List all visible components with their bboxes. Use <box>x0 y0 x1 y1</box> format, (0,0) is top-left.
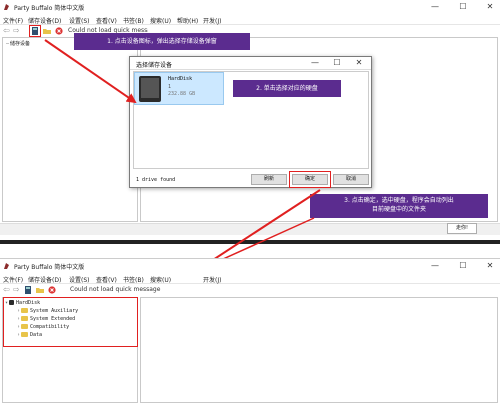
bottom-menu-bar: 文件(F) 储存设备(D) 设置(S) 查看(V) 书签(B) 搜索(U) 开发… <box>0 273 500 284</box>
bottom-window-title: Party Buffalo 简体中文版 <box>14 264 85 271</box>
callout-step3-line1: 3. 点击确定，选中硬盘，程序会自动列出 <box>344 197 454 204</box>
dialog-title: 选择储存设备 <box>136 62 173 69</box>
dialog-title-bar: 选择储存设备 — ☐ ✕ <box>130 57 371 70</box>
forward-icon[interactable]: ⇨ <box>13 27 21 35</box>
callout-step3: 3. 点击确定，选中硬盘，程序会自动列出 目前硬盘中的文件夹 <box>310 194 488 218</box>
device-icon-highlight <box>29 25 41 37</box>
refresh-button[interactable]: 刷新 <box>251 174 287 185</box>
dialog-close-icon[interactable]: ✕ <box>354 58 364 68</box>
device-size: 232.88 GB <box>168 91 196 97</box>
menu-bar: 文件(F) 储存设备(D) 设置(S) 查看(V) 书签(B) 搜索(U) 帮助… <box>0 14 500 25</box>
go-button[interactable]: 走你! <box>447 223 477 234</box>
folder-tree-pane[interactable]: —储存设备 <box>2 37 138 222</box>
device-name: HardDisk <box>168 76 193 82</box>
bottom-quick-message-text: Could not load quick message <box>70 286 161 293</box>
bottom-device-icon[interactable] <box>24 286 32 294</box>
bottom-menu-settings[interactable]: 设置(S) <box>69 275 90 284</box>
bottom-back-icon[interactable]: ⇦ <box>3 286 11 294</box>
bottom-minimize-icon[interactable]: — <box>430 261 440 271</box>
device-item-harddisk[interactable]: HardDisk 1 232.88 GB <box>134 72 224 105</box>
maximize-icon[interactable]: ☐ <box>458 2 468 12</box>
callout-step1: 1. 点击设备图标，弹出选择存储设备弹窗 <box>74 33 250 50</box>
cancel-button[interactable]: 取消 <box>333 174 369 185</box>
menu-file[interactable]: 文件(F) <box>3 16 23 25</box>
close-icon[interactable]: ✕ <box>485 2 495 12</box>
status-bar <box>0 223 500 235</box>
bottom-menu-search[interactable]: 搜索(U) <box>150 275 171 284</box>
drives-found-text: 1 drive found <box>136 177 176 183</box>
expand-icon[interactable]: — <box>6 41 9 47</box>
bottom-forward-icon[interactable]: ⇨ <box>13 286 21 294</box>
title-bar: Party Buffalo 简体中文版 — ☐ ✕ <box>0 0 500 14</box>
bottom-menu-storage-device[interactable]: 储存设备(D) <box>28 275 61 284</box>
bottom-buffalo-app-icon <box>4 263 9 269</box>
window-title: Party Buffalo 简体中文版 <box>14 5 85 12</box>
bottom-menu-file[interactable]: 文件(F) <box>3 275 23 284</box>
bottom-menu-view[interactable]: 查看(V) <box>96 275 117 284</box>
folder-tree-highlight <box>3 297 138 347</box>
bottom-close-icon[interactable]: ✕ <box>485 261 495 271</box>
minimize-icon[interactable]: — <box>430 2 440 12</box>
bottom-title-bar: Party Buffalo 简体中文版 — ☐ ✕ <box>0 259 500 273</box>
device-index: 1 <box>168 84 172 90</box>
buffalo-app-icon <box>4 4 9 10</box>
bottom-maximize-icon[interactable]: ☐ <box>458 261 468 271</box>
bottom-menu-bookmarks[interactable]: 书签(B) <box>123 275 144 284</box>
menu-bookmarks[interactable]: 书签(B) <box>123 16 144 25</box>
stop-icon[interactable] <box>55 27 63 35</box>
menu-search[interactable]: 搜索(U) <box>150 16 171 25</box>
select-storage-dialog: 选择储存设备 — ☐ ✕ HardDisk 1 232.88 GB 1 driv… <box>129 56 372 188</box>
bottom-file-list-pane[interactable] <box>140 297 498 403</box>
bottom-menu-develop[interactable]: 开发(J) <box>203 275 221 284</box>
ok-button-highlight <box>289 171 331 188</box>
back-icon[interactable]: ⇦ <box>3 27 11 35</box>
menu-settings[interactable]: 设置(S) <box>69 16 90 25</box>
window-divider <box>0 240 500 244</box>
bottom-toolbar: ⇦ ⇨ Could not load quick message <box>0 284 500 296</box>
dialog-maximize-icon[interactable]: ☐ <box>332 58 342 68</box>
harddisk-icon <box>139 76 161 102</box>
menu-help[interactable]: 帮助(H) <box>177 16 198 25</box>
menu-develop[interactable]: 开发(J) <box>203 16 221 25</box>
callout-step2: 2. 单击选择对应的硬盘 <box>233 80 341 97</box>
open-folder-icon[interactable] <box>43 27 51 35</box>
menu-view[interactable]: 查看(V) <box>96 16 117 25</box>
bottom-open-folder-icon[interactable] <box>36 286 44 294</box>
bottom-window: Party Buffalo 简体中文版 — ☐ ✕ 文件(F) 储存设备(D) … <box>0 258 500 403</box>
menu-storage-device[interactable]: 储存设备(D) <box>28 16 61 25</box>
tree-root[interactable]: —储存设备 <box>6 40 30 47</box>
bottom-stop-icon[interactable] <box>48 286 56 294</box>
dialog-minimize-icon[interactable]: — <box>310 58 320 68</box>
callout-step3-line2: 目前硬盘中的文件夹 <box>371 206 426 213</box>
